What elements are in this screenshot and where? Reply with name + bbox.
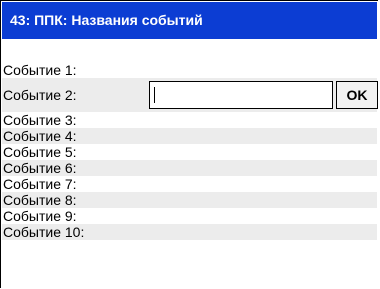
event-row-8[interactable]: Событие 8: [2,192,377,208]
event-label-7: Событие 7: [3,176,77,192]
text-caret [154,87,155,103]
event-label-3: Событие 3: [3,112,77,128]
event-row-7[interactable]: Событие 7: [2,176,377,192]
ok-button[interactable]: OK [336,81,378,109]
event-label-6: Событие 6: [3,160,77,176]
event-label-4: Событие 4: [3,128,77,144]
event-name-input[interactable] [149,81,333,109]
event-row-3[interactable]: Событие 3: [2,112,377,128]
panel-title: 43: ППК: Названия событий [2,2,377,39]
event-row-4[interactable]: Событие 4: [2,128,377,144]
event-label-8: Событие 8: [3,192,77,208]
event-label-10: Событие 10: [3,224,85,240]
event-label-2: Событие 2: [3,87,77,103]
event-row-10[interactable]: Событие 10: [2,224,377,240]
event-names-panel: 43: ППК: Названия событий Событие 1: Соб… [0,0,378,288]
event-row-1[interactable]: Событие 1: [2,62,377,78]
event-row-6[interactable]: Событие 6: [2,160,377,176]
event-list: Событие 1: Событие 2: OK Событие 3: Собы… [2,62,378,240]
event-row-2-editing[interactable]: Событие 2: OK [2,78,378,112]
event-row-9[interactable]: Событие 9: [2,208,377,224]
event-label-1: Событие 1: [3,62,77,78]
event-label-9: Событие 9: [3,208,77,224]
event-row-5[interactable]: Событие 5: [2,144,377,160]
event-label-5: Событие 5: [3,144,77,160]
